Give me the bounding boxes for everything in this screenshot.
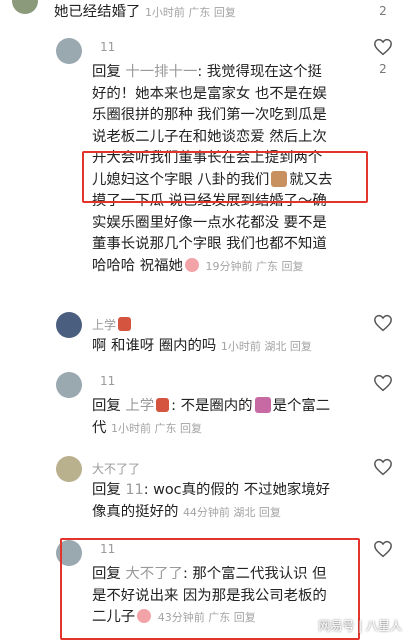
reply-text: 回复 上学: 不是圈内的 是个富二 代 1小时前 广东 回复 xyxy=(92,397,331,436)
ban-emoji-icon xyxy=(254,397,271,413)
reply-meta: 1小时前 湖北 回复 xyxy=(220,340,312,353)
badge-icon xyxy=(156,398,170,412)
reply-item: 11 回复 上学: 不是圈内的 是个富二 代 1小时前 广东 回复 xyxy=(0,368,412,444)
heart-icon[interactable] xyxy=(373,38,393,56)
highlight-box xyxy=(60,538,360,640)
reply-to-name[interactable]: 11 xyxy=(125,482,143,498)
reply-meta: 19分钟前 广东 回复 xyxy=(205,259,304,273)
reply-meta: 44分钟前 湖北 回复 xyxy=(182,505,281,519)
avatar[interactable] xyxy=(56,312,82,338)
author-name[interactable]: 上学 xyxy=(92,316,133,333)
avatar[interactable] xyxy=(56,38,82,64)
reply-to-name[interactable]: 十一排十一 xyxy=(125,64,197,80)
highlight-box xyxy=(82,151,368,203)
top-comment: 她已经结婚了 1小时前 广东 回复 2 xyxy=(0,0,412,30)
reply-item: 上学 啊 和谁呀 圈内的吗 1小时前 湖北 回复 xyxy=(0,308,412,364)
badge-icon xyxy=(118,317,132,331)
reply-text: 回复 11: woc真的假的 不过她家境好 像真的挺好的 44分钟前 湖北 回复 xyxy=(92,482,331,520)
heart-icon[interactable] xyxy=(373,458,393,476)
watermark: 网易号 | 八星人 xyxy=(318,619,402,633)
avatar[interactable] xyxy=(12,0,38,14)
reply-text: 啊 和谁呀 圈内的吗 1小时前 湖北 回复 xyxy=(92,338,312,354)
heart-icon[interactable] xyxy=(373,314,393,332)
reply-item: 大不了了 回复 11: woc真的假的 不过她家境好 像真的挺好的 44分钟前 … xyxy=(0,452,412,528)
author-name[interactable]: 11 xyxy=(100,374,115,388)
like-count: 2 xyxy=(379,62,387,76)
avatar[interactable] xyxy=(56,372,82,398)
like-count: 2 xyxy=(379,4,387,18)
reply-meta: 1小时前 广东 回复 xyxy=(110,421,202,435)
pig-emoji-icon xyxy=(184,257,199,272)
comment-text: 她已经结婚了 1小时前 广东 回复 xyxy=(54,4,236,20)
avatar[interactable] xyxy=(56,456,82,482)
heart-icon[interactable] xyxy=(373,540,393,558)
author-name[interactable]: 11 xyxy=(100,40,115,54)
author-name[interactable]: 大不了了 xyxy=(92,460,140,477)
reply-to-name[interactable]: 上学 xyxy=(125,398,171,414)
heart-icon[interactable] xyxy=(373,374,393,392)
reply-item: 11 2 回复 十一排十一: 我觉得现在这个挺 好的！她本来也是富家女 也不是在… xyxy=(0,30,412,300)
